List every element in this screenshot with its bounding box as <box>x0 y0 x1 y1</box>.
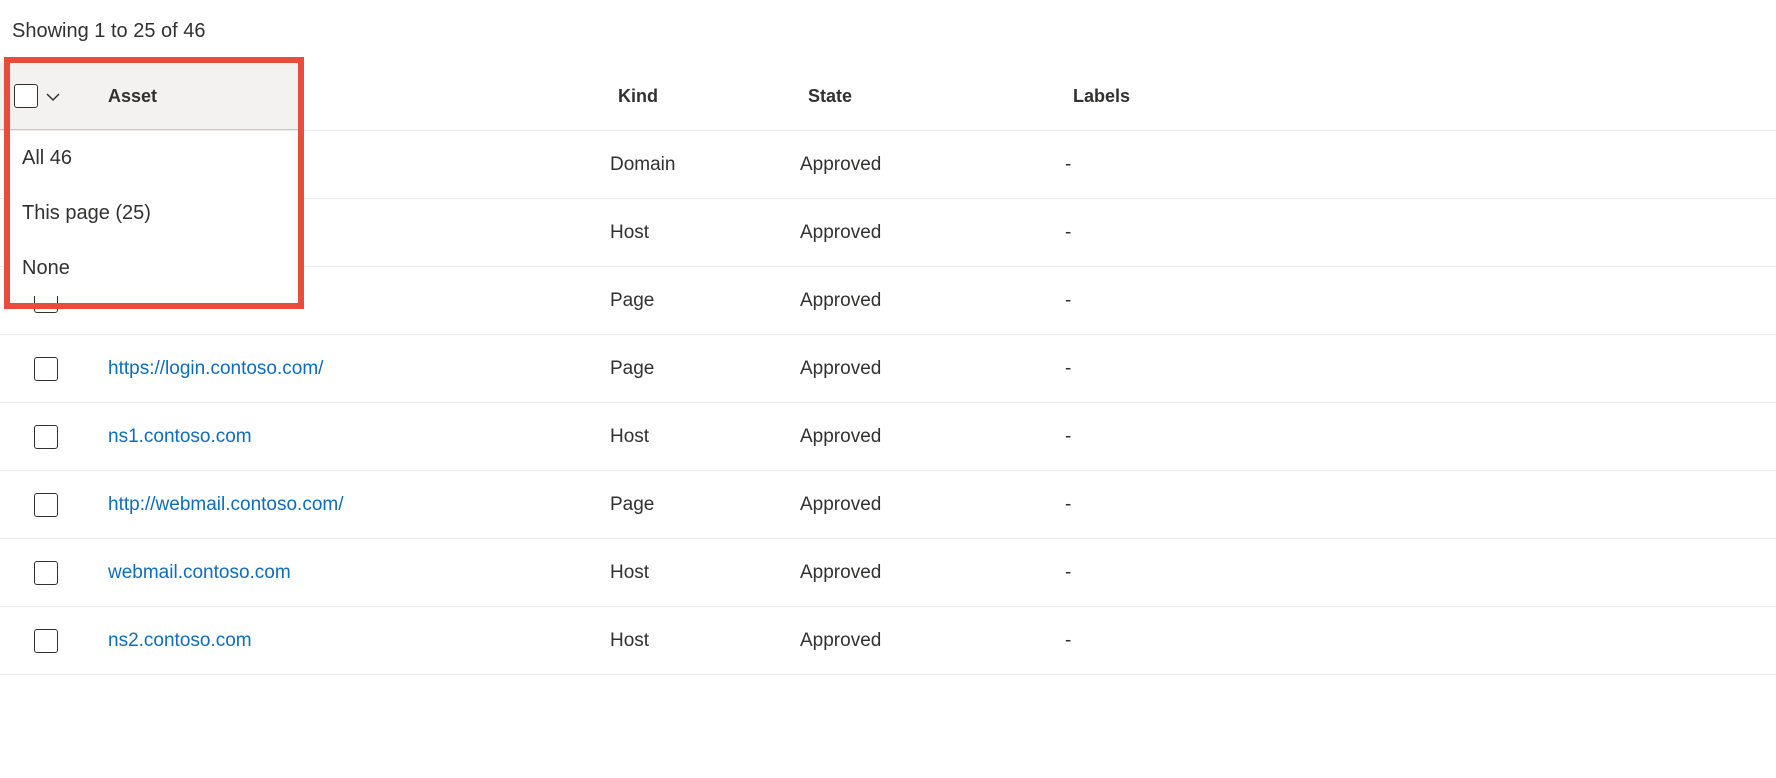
row-checkbox[interactable] <box>34 357 58 381</box>
asset-link[interactable]: ns2.contoso.com <box>108 630 252 651</box>
row-checkbox[interactable] <box>34 561 58 585</box>
row-checkbox-cell <box>0 629 90 653</box>
column-header-asset-bg: Asset <box>90 63 300 130</box>
row-labels-cell: - <box>1065 290 1776 312</box>
asset-link[interactable]: ns1.contoso.com <box>108 426 252 447</box>
row-kind-cell: Host <box>610 426 800 448</box>
row-labels-cell: - <box>1065 222 1776 244</box>
row-checkbox[interactable] <box>34 629 58 653</box>
row-state-cell: Approved <box>800 562 1065 584</box>
dropdown-item-all[interactable]: All 46 <box>10 131 300 186</box>
row-state-cell: Approved <box>800 358 1065 380</box>
row-asset-cell: ns2.contoso.com <box>90 630 610 652</box>
column-header-kind[interactable]: Kind <box>610 86 800 107</box>
select-all-checkbox[interactable] <box>14 84 38 108</box>
row-kind-cell: Page <box>610 290 800 312</box>
row-labels-cell: - <box>1065 630 1776 652</box>
dropdown-item-this-page[interactable]: This page (25) <box>10 186 300 241</box>
row-labels-cell: - <box>1065 154 1776 176</box>
row-labels-cell: - <box>1065 358 1776 380</box>
row-checkbox-cell <box>0 561 90 585</box>
table-row: https://login.contoso.com/PageApproved- <box>0 335 1776 403</box>
row-asset-cell: https://login.contoso.com/ <box>90 358 610 380</box>
row-asset-cell: webmail.contoso.com <box>90 562 610 584</box>
row-checkbox-cell <box>0 425 90 449</box>
row-kind-cell: Host <box>610 222 800 244</box>
asset-link[interactable]: webmail.contoso.com <box>108 562 291 583</box>
row-checkbox[interactable] <box>34 425 58 449</box>
table-header-row: Asset Kind State Labels All 46 This page… <box>0 63 1776 131</box>
row-state-cell: Approved <box>800 154 1065 176</box>
row-kind-cell: Host <box>610 562 800 584</box>
column-header-state[interactable]: State <box>800 86 1065 107</box>
row-state-cell: Approved <box>800 222 1065 244</box>
table-row: ns2.contoso.com HostApproved- <box>0 607 1776 675</box>
select-dropdown-toggle[interactable] <box>44 87 62 105</box>
pagination-summary: Showing 1 to 25 of 46 <box>0 10 1776 63</box>
column-header-asset[interactable]: Asset <box>90 86 165 107</box>
asset-table: Asset Kind State Labels All 46 This page… <box>0 63 1776 675</box>
select-dropdown-menu: All 46 This page (25) None <box>10 131 300 296</box>
select-all-cell <box>0 63 90 130</box>
row-kind-cell: Host <box>610 630 800 652</box>
row-labels-cell: - <box>1065 426 1776 448</box>
row-state-cell: Approved <box>800 290 1065 312</box>
table-row: http://webmail.contoso.com/PageApproved- <box>0 471 1776 539</box>
row-state-cell: Approved <box>800 494 1065 516</box>
row-checkbox[interactable] <box>34 493 58 517</box>
row-asset-cell: http://webmail.contoso.com/ <box>90 494 610 516</box>
column-header-labels[interactable]: Labels <box>1065 86 1776 107</box>
table-row: webmail.contoso.com HostApproved- <box>0 539 1776 607</box>
row-kind-cell: Page <box>610 494 800 516</box>
asset-link[interactable]: http://webmail.contoso.com/ <box>108 494 344 515</box>
chevron-down-icon <box>45 86 61 107</box>
dropdown-item-none[interactable]: None <box>10 241 300 296</box>
row-labels-cell: - <box>1065 494 1776 516</box>
row-checkbox-cell <box>0 357 90 381</box>
table-row: ns1.contoso.com HostApproved- <box>0 403 1776 471</box>
row-state-cell: Approved <box>800 426 1065 448</box>
row-checkbox-cell <box>0 493 90 517</box>
asset-link[interactable]: https://login.contoso.com/ <box>108 358 323 379</box>
row-labels-cell: - <box>1065 562 1776 584</box>
row-kind-cell: Page <box>610 358 800 380</box>
row-state-cell: Approved <box>800 630 1065 652</box>
row-asset-cell: ns1.contoso.com <box>90 426 610 448</box>
row-kind-cell: Domain <box>610 154 800 176</box>
